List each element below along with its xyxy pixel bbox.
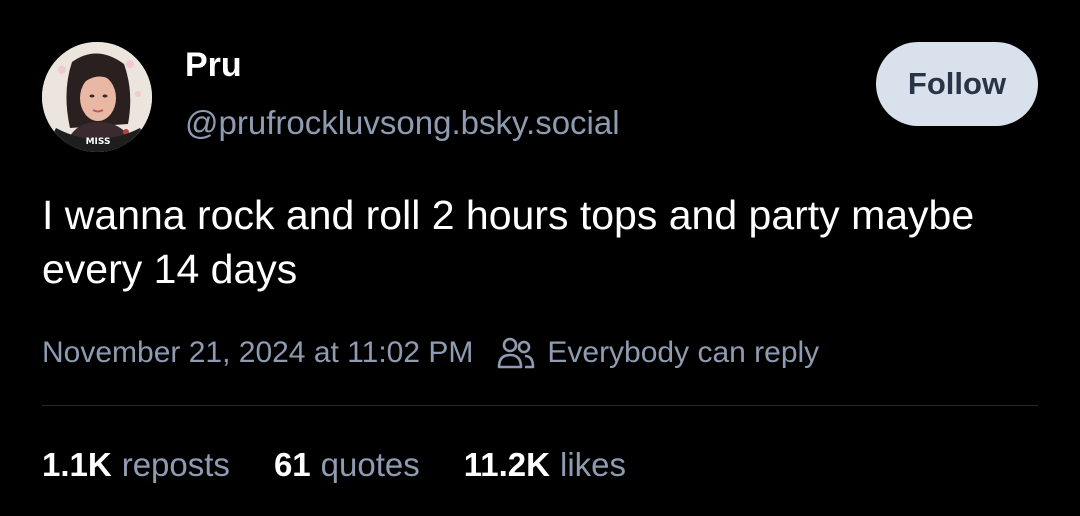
likes-count: 11.2K	[463, 446, 550, 483]
author-handle[interactable]: @prufrockluvsong.bsky.social	[185, 104, 620, 142]
divider	[42, 405, 1038, 406]
post-timestamp[interactable]: November 21, 2024 at 11:02 PM	[42, 336, 473, 370]
avatar[interactable]: MISS	[42, 42, 152, 152]
quotes-label: quotes	[320, 446, 420, 483]
follow-button[interactable]: Follow	[876, 42, 1038, 126]
quotes-stat[interactable]: 61 quotes	[274, 446, 420, 484]
reposts-count: 1.1K	[42, 446, 112, 483]
likes-stat[interactable]: 11.2K likes	[464, 446, 626, 484]
likes-label: likes	[560, 446, 627, 483]
avatar-badge-text: MISS	[86, 137, 111, 147]
author-name[interactable]: Pru	[185, 46, 242, 85]
reply-setting-label: Everybody can reply	[547, 336, 820, 369]
post-container: MISS Pru @prufrockluvsong.bsky.social Fo…	[0, 0, 1080, 516]
reposts-stat[interactable]: 1.1K reposts	[42, 446, 230, 484]
post-meta: November 21, 2024 at 11:02 PM Everybody …	[42, 332, 819, 374]
reposts-label: reposts	[121, 446, 230, 483]
people-icon	[498, 337, 535, 369]
post-text: I wanna rock and roll 2 hours tops and p…	[42, 192, 975, 292]
quotes-count: 61	[273, 446, 311, 483]
avatar-image: MISS	[42, 42, 152, 152]
reply-setting[interactable]: Everybody can reply	[497, 335, 819, 371]
engagement-stats: 1.1K reposts 61 quotes 11.2K likes	[42, 446, 670, 484]
